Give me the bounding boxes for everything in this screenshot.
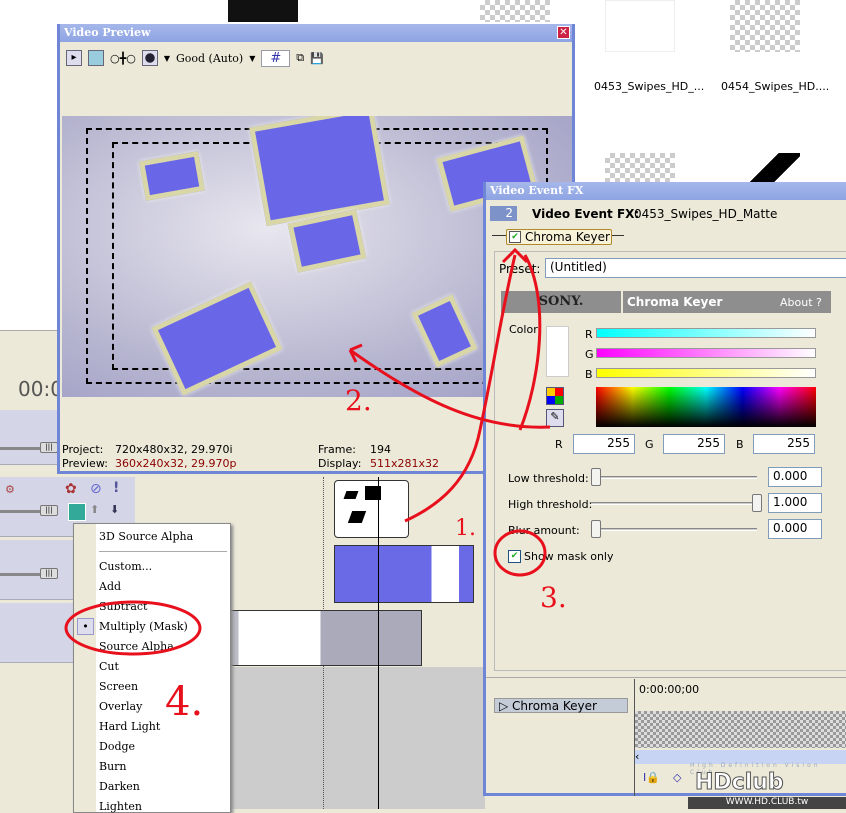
annotation-arrow xyxy=(404,254,517,523)
annotation-3: 3. xyxy=(540,581,567,614)
annotation-overlay: 1. 2. 3. 4. xyxy=(64,247,567,725)
annotation-2: 2. xyxy=(345,384,372,417)
annotation-arrow xyxy=(518,254,542,431)
annotation-circle xyxy=(64,600,202,656)
annotation-arrow xyxy=(349,348,551,429)
annotation-4: 4. xyxy=(165,679,203,725)
annotation-circle xyxy=(493,529,547,577)
annotation-1: 1. xyxy=(455,516,476,541)
